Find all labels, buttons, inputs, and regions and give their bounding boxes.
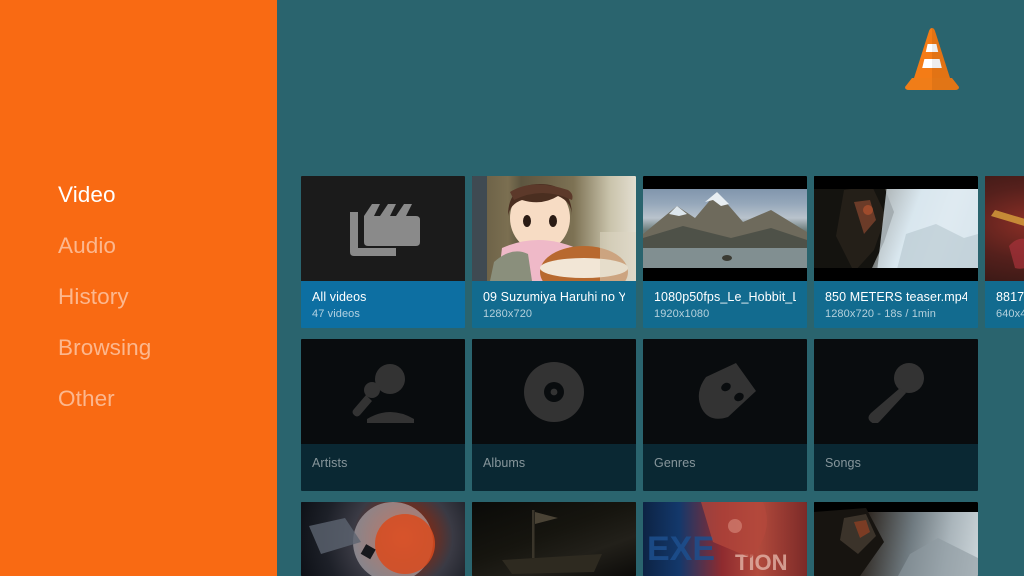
- card-thumbnail: [814, 176, 978, 281]
- card-title: 1080p50fps_Le_Hobbit_La_d..: [654, 290, 796, 304]
- card-artists[interactable]: Artists: [301, 339, 465, 491]
- sidebar-item-label: Other: [58, 386, 115, 411]
- vlc-cone-logo: [901, 21, 963, 95]
- card-title: 850 METERS teaser.mp4: [825, 290, 967, 304]
- card-title: 8817-e: [996, 290, 1024, 304]
- card-thumbnail: [643, 176, 807, 281]
- audio-row: Artists Albums Genres Songs: [301, 339, 978, 491]
- sidebar-item-label: Video: [58, 182, 116, 207]
- sidebar-item-history[interactable]: History: [58, 280, 268, 331]
- card-more-1[interactable]: [301, 502, 465, 576]
- card-title: 09 Suzumiya Haruhi no Yuuut..: [483, 290, 625, 304]
- card-footer: 850 METERS teaser.mp4 1280x720 - 18s / 1…: [814, 281, 978, 328]
- card-footer: 1080p50fps_Le_Hobbit_La_d.. 1920x1080: [643, 281, 807, 328]
- sidebar: Video Audio History Browsing Other: [0, 0, 277, 576]
- video-row: All videos 47 videos 09 Suzumiya Haruhi …: [301, 176, 1024, 328]
- card-footer: Artists: [301, 444, 465, 491]
- card-footer: Genres: [643, 444, 807, 491]
- card-thumbnail: EXE TION: [643, 502, 807, 576]
- card-le-hobbit[interactable]: 1080p50fps_Le_Hobbit_La_d.. 1920x1080: [643, 176, 807, 328]
- card-8817[interactable]: 8817-e 640x48: [985, 176, 1024, 328]
- microphone-icon: [868, 362, 924, 423]
- clapperboard-icon: [350, 203, 420, 256]
- card-suzumiya-haruhi[interactable]: 09 Suzumiya Haruhi no Yuuut.. 1280x720: [472, 176, 636, 328]
- vlc-tv-home: Video Audio History Browsing Other All v…: [0, 0, 1024, 576]
- artist-mic-person-icon: [352, 363, 414, 423]
- sidebar-item-label: Browsing: [58, 335, 152, 360]
- card-thumbnail: [643, 339, 807, 444]
- sidebar-nav: Video Audio History Browsing Other: [58, 178, 268, 433]
- poster-thumbnail-art: EXE TION: [647, 502, 788, 575]
- card-thumbnail: [301, 176, 465, 281]
- card-subtitle: 1280x720 - 18s / 1min: [825, 308, 936, 320]
- sidebar-item-browsing[interactable]: Browsing: [58, 331, 268, 382]
- card-footer: Albums: [472, 444, 636, 491]
- hobbit-thumbnail-art: [643, 192, 807, 281]
- card-thumbnail: [301, 502, 465, 576]
- meters-thumbnail-art: [814, 176, 978, 281]
- card-title: Genres: [654, 456, 696, 470]
- card-thumbnail: [301, 339, 465, 444]
- warrior-thumbnail-art: [814, 502, 978, 576]
- card-title: Albums: [483, 456, 526, 470]
- card-thumbnail: [814, 502, 978, 576]
- red-thumbnail-art: [991, 210, 1024, 269]
- vinyl-disc-icon: [524, 361, 584, 422]
- card-subtitle: 47 videos: [312, 308, 360, 320]
- sidebar-item-audio[interactable]: Audio: [58, 229, 268, 280]
- card-subtitle: 1920x1080: [654, 308, 710, 320]
- card-thumbnail: [472, 502, 636, 576]
- more-row: EXE TION: [301, 502, 978, 576]
- card-850-meters[interactable]: 850 METERS teaser.mp4 1280x720 - 18s / 1…: [814, 176, 978, 328]
- card-all-videos[interactable]: All videos 47 videos: [301, 176, 465, 328]
- card-footer: All videos 47 videos: [301, 281, 465, 328]
- card-songs[interactable]: Songs: [814, 339, 978, 491]
- card-title: Songs: [825, 456, 861, 470]
- sidebar-item-other[interactable]: Other: [58, 382, 268, 433]
- card-footer: Songs: [814, 444, 978, 491]
- card-more-2[interactable]: [472, 502, 636, 576]
- card-subtitle: 1280x720: [483, 308, 533, 320]
- card-subtitle: 640x48: [996, 308, 1024, 320]
- card-title: All videos: [312, 290, 367, 304]
- card-more-3[interactable]: EXE TION: [643, 502, 807, 576]
- card-thumbnail: [472, 339, 636, 444]
- sidebar-item-label: History: [58, 284, 129, 309]
- space-thumbnail-art: [309, 502, 435, 576]
- card-footer: 8817-e 640x48: [985, 281, 1024, 328]
- card-thumbnail: [472, 176, 636, 281]
- card-thumbnail: [814, 339, 978, 444]
- ship-thumbnail-art: [502, 510, 602, 574]
- card-thumbnail: [985, 176, 1024, 281]
- card-genres[interactable]: Genres: [643, 339, 807, 491]
- anime-thumbnail-art: [490, 184, 636, 281]
- sidebar-item-label: Audio: [58, 233, 117, 258]
- card-footer: 09 Suzumiya Haruhi no Yuuut.. 1280x720: [472, 281, 636, 328]
- card-albums[interactable]: Albums: [472, 339, 636, 491]
- svg-text:EXE: EXE: [647, 530, 715, 568]
- sidebar-item-video[interactable]: Video: [58, 178, 268, 229]
- theater-mask-icon: [698, 362, 756, 419]
- card-title: Artists: [312, 456, 348, 470]
- card-more-4[interactable]: [814, 502, 978, 576]
